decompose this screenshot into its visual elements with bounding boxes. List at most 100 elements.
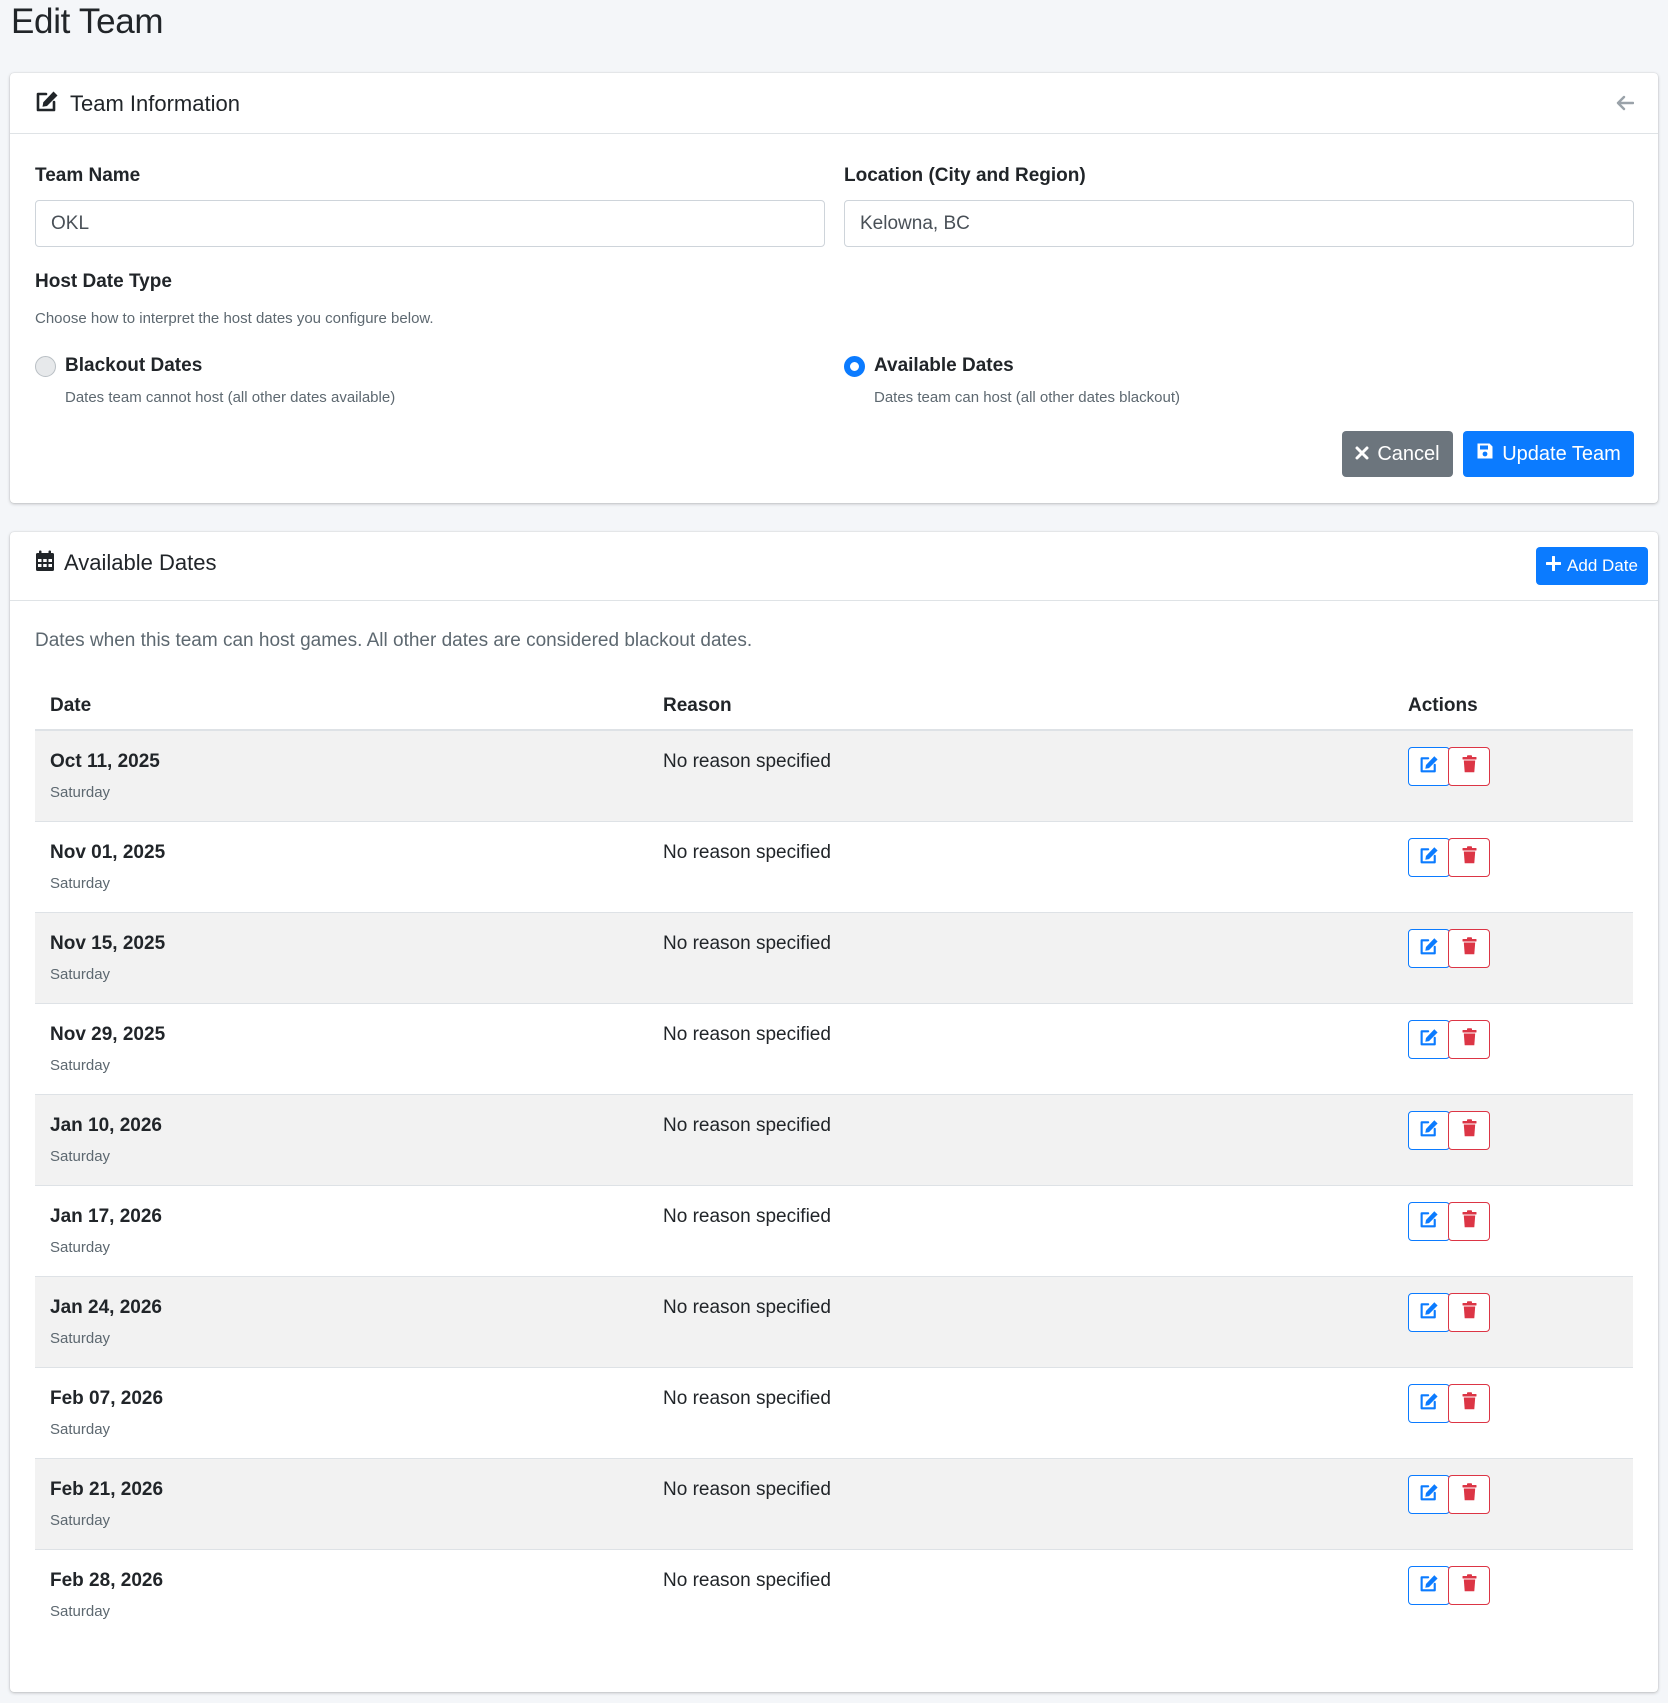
location-input[interactable]	[844, 200, 1634, 247]
blackout-dates-radio-option[interactable]: Blackout Dates	[35, 355, 202, 377]
delete-date-button[interactable]	[1448, 929, 1490, 968]
delete-date-button[interactable]	[1448, 1202, 1490, 1241]
row-date: Oct 11, 2025	[50, 751, 160, 772]
delete-date-button[interactable]	[1448, 1566, 1490, 1605]
table-row: Nov 29, 2025 Saturday No reason specifie…	[35, 1004, 1633, 1095]
trash-icon	[1462, 846, 1477, 869]
edit-icon	[1419, 937, 1439, 960]
update-team-button-label: Update Team	[1502, 442, 1621, 465]
row-date: Nov 01, 2025	[50, 842, 166, 863]
delete-date-button[interactable]	[1448, 1020, 1490, 1059]
row-reason: No reason specified	[663, 1115, 831, 1136]
row-date: Nov 29, 2025	[50, 1024, 166, 1045]
available-dates-table: Date Reason Actions Oct 11, 2025 Saturda…	[35, 680, 1633, 1641]
edit-icon	[1419, 1392, 1439, 1415]
trash-icon	[1462, 1210, 1477, 1233]
edit-icon	[1419, 1574, 1439, 1597]
edit-date-button[interactable]	[1408, 1111, 1450, 1150]
row-reason: No reason specified	[663, 1206, 831, 1227]
row-date: Jan 10, 2026	[50, 1115, 162, 1136]
column-header-actions: Actions	[1408, 695, 1478, 716]
edit-date-button[interactable]	[1408, 1475, 1450, 1514]
back-button[interactable]	[1614, 94, 1636, 116]
add-date-button[interactable]: Add Date	[1536, 547, 1648, 585]
table-header: Date Reason Actions	[35, 680, 1633, 731]
column-header-reason: Reason	[663, 695, 732, 716]
trash-icon	[1462, 1301, 1477, 1324]
delete-date-button[interactable]	[1448, 838, 1490, 877]
row-reason: No reason specified	[663, 1297, 831, 1318]
row-reason: No reason specified	[663, 933, 831, 954]
row-day: Saturday	[50, 875, 111, 892]
row-reason: No reason specified	[663, 1570, 831, 1591]
blackout-dates-radio[interactable]	[35, 355, 56, 377]
row-reason: No reason specified	[663, 842, 831, 863]
row-day: Saturday	[50, 1512, 111, 1529]
team-information-header: Team Information	[10, 73, 1658, 134]
edit-icon	[35, 90, 59, 117]
column-header-date: Date	[50, 695, 92, 716]
team-name-label: Team Name	[35, 165, 141, 186]
edit-icon	[1419, 1301, 1439, 1324]
available-dates-radio-option[interactable]: Available Dates	[844, 355, 1014, 377]
row-day: Saturday	[50, 1330, 111, 1347]
table-row: Feb 07, 2026 Saturday No reason specifie…	[35, 1368, 1633, 1459]
edit-date-button[interactable]	[1408, 929, 1450, 968]
edit-date-button[interactable]	[1408, 747, 1450, 786]
edit-date-button[interactable]	[1408, 838, 1450, 877]
row-day: Saturday	[50, 1421, 111, 1438]
delete-date-button[interactable]	[1448, 1475, 1490, 1514]
page: Edit Team Team Information Team Name Loc…	[0, 0, 1668, 1703]
edit-icon	[1419, 1028, 1439, 1051]
available-dates-card: Available Dates Add Date Dates when this…	[10, 532, 1658, 1692]
times-icon	[1355, 443, 1369, 466]
update-team-button[interactable]: Update Team	[1463, 431, 1634, 477]
trash-icon	[1462, 1392, 1477, 1415]
edit-icon	[1419, 1119, 1439, 1142]
trash-icon	[1462, 1483, 1477, 1506]
edit-date-button[interactable]	[1408, 1020, 1450, 1059]
available-dates-label: Available Dates	[874, 355, 1014, 376]
row-day: Saturday	[50, 1239, 111, 1256]
save-icon	[1476, 442, 1494, 466]
row-reason: No reason specified	[663, 1388, 831, 1409]
available-dates-title: Available Dates	[64, 550, 217, 575]
trash-icon	[1462, 1028, 1477, 1051]
trash-icon	[1462, 937, 1477, 960]
available-dates-description: Dates when this team can host games. All…	[35, 630, 753, 651]
page-title: Edit Team	[11, 2, 164, 41]
delete-date-button[interactable]	[1448, 1384, 1490, 1423]
row-date: Feb 28, 2026	[50, 1570, 164, 1591]
calendar-icon	[35, 550, 55, 577]
edit-date-button[interactable]	[1408, 1293, 1450, 1332]
trash-icon	[1462, 1574, 1477, 1597]
delete-date-button[interactable]	[1448, 1293, 1490, 1332]
edit-date-button[interactable]	[1408, 1566, 1450, 1605]
blackout-dates-description: Dates team cannot host (all other dates …	[65, 389, 396, 406]
cancel-button[interactable]: Cancel	[1342, 431, 1453, 477]
table-row: Oct 11, 2025 Saturday No reason specifie…	[35, 731, 1633, 822]
team-name-input[interactable]	[35, 200, 825, 247]
table-row: Jan 17, 2026 Saturday No reason specifie…	[35, 1186, 1633, 1277]
row-reason: No reason specified	[663, 1479, 831, 1500]
add-date-button-label: Add Date	[1567, 556, 1638, 575]
team-information-title: Team Information	[70, 91, 240, 116]
delete-date-button[interactable]	[1448, 1111, 1490, 1150]
delete-date-button[interactable]	[1448, 747, 1490, 786]
row-day: Saturday	[50, 1057, 111, 1074]
row-date: Nov 15, 2025	[50, 933, 166, 954]
table-row: Nov 01, 2025 Saturday No reason specifie…	[35, 822, 1633, 913]
table-row: Feb 21, 2026 Saturday No reason specifie…	[35, 1459, 1633, 1550]
row-day: Saturday	[50, 1603, 111, 1620]
available-dates-description: Dates team can host (all other dates bla…	[874, 389, 1180, 406]
row-date: Jan 17, 2026	[50, 1206, 162, 1227]
edit-icon	[1419, 846, 1439, 869]
edit-icon	[1419, 1210, 1439, 1233]
edit-date-button[interactable]	[1408, 1202, 1450, 1241]
row-day: Saturday	[50, 1148, 111, 1165]
available-dates-radio[interactable]	[844, 355, 865, 377]
table-row: Nov 15, 2025 Saturday No reason specifie…	[35, 913, 1633, 1004]
row-date: Jan 24, 2026	[50, 1297, 162, 1318]
row-day: Saturday	[50, 784, 111, 801]
edit-date-button[interactable]	[1408, 1384, 1450, 1423]
